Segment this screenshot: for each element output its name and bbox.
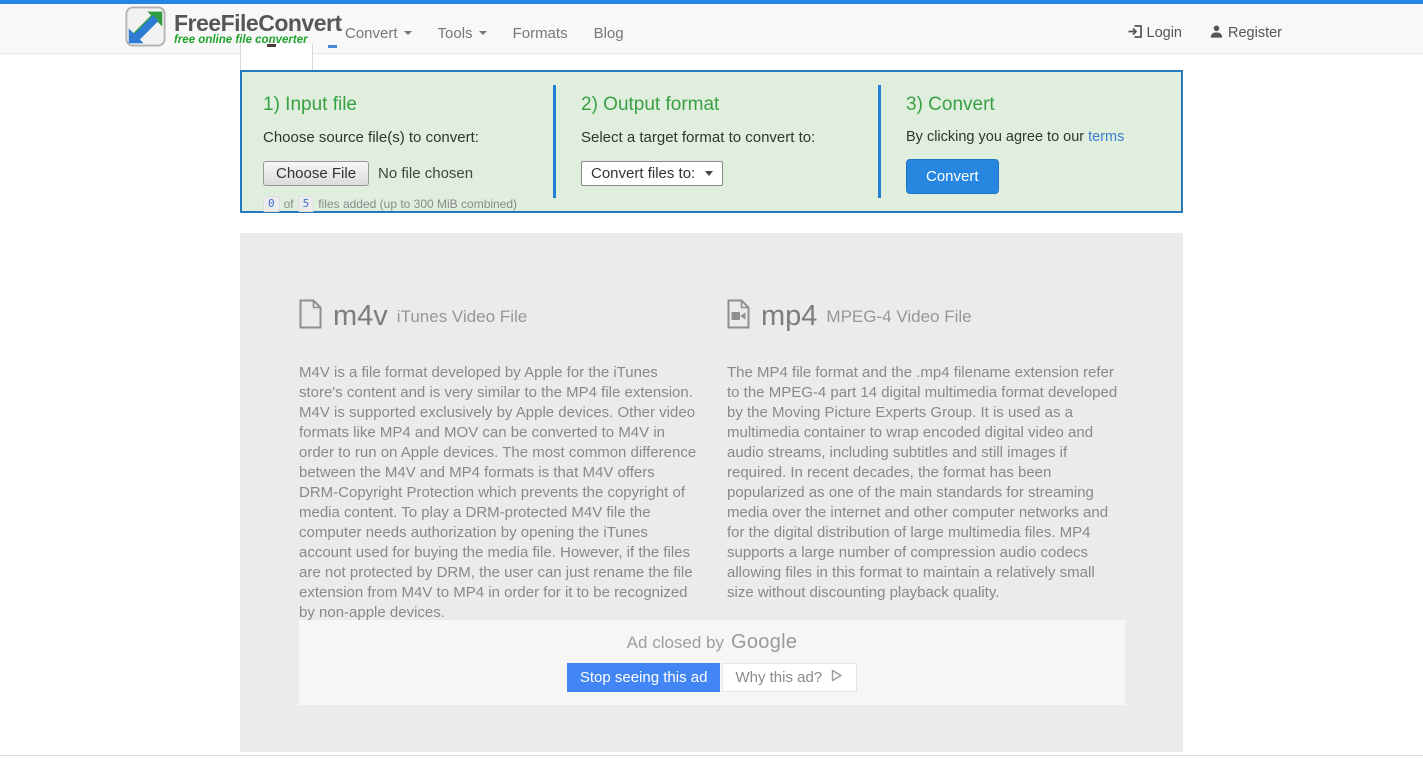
nav-links: Convert Tools Formats Blog [332, 8, 637, 58]
chevron-down-icon [478, 31, 487, 35]
step3-title: 3) Convert [906, 94, 995, 115]
login-icon [1128, 24, 1142, 42]
step1-instruction: Choose source file(s) to convert: [263, 129, 479, 146]
nav-item-blog-label: Blog [593, 24, 624, 42]
step1-title: 1) Input file [263, 94, 357, 115]
format-column-m4v: m4v iTunes Video File M4V is a file form… [299, 233, 697, 623]
counter-of-text: of [283, 197, 294, 211]
google-logo-text: Google [731, 631, 798, 653]
files-counter: 0 of 5 files added (up to 300 MiB combin… [263, 196, 553, 212]
nav-item-tools-label: Tools [437, 24, 473, 42]
nav-item-formats[interactable]: Formats [500, 25, 581, 42]
converter-panel: 1) Input file Choose source file(s) to c… [240, 70, 1183, 213]
stop-seeing-ad-button[interactable]: Stop seeing this ad [566, 663, 721, 692]
step-convert: 3) Convert By clicking you agree to our t… [881, 72, 1181, 211]
agree-prefix: By clicking you agree to our [906, 129, 1085, 145]
ad-closed-message: Ad closed by Google [299, 620, 1125, 654]
format-description: The MP4 file format and the .mp4 filenam… [727, 364, 1118, 601]
format-extension: m4v [333, 300, 388, 332]
ad-container: Ad closed by Google Stop seeing this ad … [299, 620, 1125, 705]
format-info-panel: m4v iTunes Video File M4V is a file form… [240, 233, 1183, 752]
chevron-down-icon [705, 171, 714, 176]
convert-button[interactable]: Convert [906, 159, 999, 194]
register-label: Register [1228, 25, 1282, 41]
format-description: M4V is a file format developed by Apple … [299, 364, 697, 621]
format-column-mp4: mp4 MPEG-4 Video File The MP4 file forma… [727, 233, 1125, 623]
step2-instruction: Select a target format to convert to: [581, 129, 816, 146]
tab-url-clipped[interactable] [328, 45, 337, 48]
format-full-name: MPEG-4 Video File [826, 306, 972, 326]
nav-item-formats-label: Formats [512, 24, 568, 42]
adchoices-icon [829, 668, 844, 687]
ad-closed-prefix: Ad closed by [626, 633, 725, 652]
footer-divider [0, 755, 1423, 756]
files-count-max-badge: 5 [297, 196, 315, 212]
chevron-down-icon [403, 31, 412, 35]
step2-title: 2) Output format [581, 94, 720, 115]
why-this-ad-label: Why this ad? [735, 669, 823, 686]
nav-item-convert[interactable]: Convert [332, 25, 425, 42]
choose-file-button[interactable]: Choose File [263, 161, 370, 186]
output-format-select[interactable]: Convert files to: [581, 161, 724, 186]
format-heading-mp4: mp4 MPEG-4 Video File [727, 299, 1125, 334]
step-output-format: 2) Output format Select a target format … [556, 72, 878, 211]
nav-item-tools[interactable]: Tools [425, 25, 500, 42]
format-full-name: iTunes Video File [396, 306, 528, 326]
file-chosen-status: No file chosen [378, 165, 474, 182]
tab-upload-file-clipped[interactable] [240, 44, 313, 70]
output-format-select-label: Convert files to: [591, 165, 696, 182]
terms-agreement-text: By clicking you agree to our terms [906, 129, 1181, 145]
page: FreeFileConvert free online file convert… [0, 0, 1423, 758]
user-icon [1210, 25, 1223, 42]
step-input-file: 1) Input file Choose source file(s) to c… [242, 72, 553, 212]
clipped-tab-text [267, 44, 276, 47]
terms-link[interactable]: terms [1088, 129, 1124, 145]
login-label: Login [1146, 25, 1182, 41]
format-heading-m4v: m4v iTunes Video File [299, 299, 697, 334]
nav-item-convert-label: Convert [345, 24, 398, 42]
format-extension: mp4 [761, 300, 818, 332]
file-icon [299, 299, 322, 334]
video-file-icon [727, 299, 750, 334]
nav-item-blog[interactable]: Blog [581, 25, 637, 42]
files-count-current-badge: 0 [263, 196, 280, 212]
register-button[interactable]: Register [1210, 25, 1282, 42]
brand-logo-icon [125, 6, 166, 52]
nav-auth-group: Login Register [1128, 8, 1282, 58]
login-button[interactable]: Login [1128, 24, 1182, 42]
navbar: FreeFileConvert free online file convert… [0, 4, 1423, 54]
brand-title: FreeFileConvert [174, 10, 342, 36]
why-this-ad-button[interactable]: Why this ad? [722, 663, 858, 692]
counter-suffix-text: files added (up to 300 MiB combined) [318, 197, 518, 211]
